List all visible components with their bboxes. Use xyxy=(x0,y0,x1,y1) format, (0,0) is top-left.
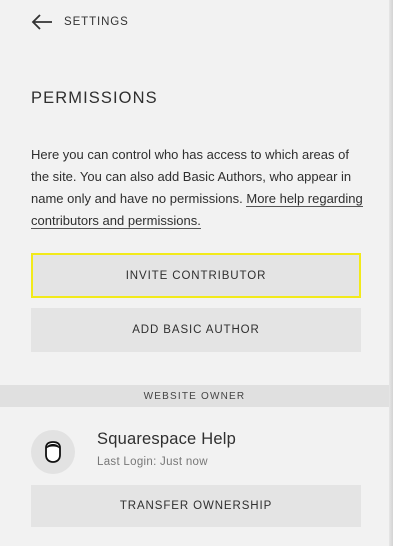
transfer-ownership-button[interactable]: TRANSFER OWNERSHIP xyxy=(31,485,361,527)
owner-name: Squarespace Help xyxy=(97,430,236,448)
permissions-panel: SETTINGS PERMISSIONS Here you can contro… xyxy=(0,0,393,546)
user-avatar-icon xyxy=(45,441,61,463)
arrow-left-icon xyxy=(31,14,52,30)
add-basic-author-button[interactable]: ADD BASIC AUTHOR xyxy=(31,308,361,352)
owner-last-login: Last Login: Just now xyxy=(97,456,208,468)
scrollbar-edge xyxy=(389,0,393,546)
permissions-description: Here you can control who has access to w… xyxy=(31,144,365,232)
website-owner-section-header: WEBSITE OWNER xyxy=(0,385,389,407)
invite-contributor-button[interactable]: INVITE CONTRIBUTOR xyxy=(31,253,361,298)
owner-avatar xyxy=(31,430,75,474)
back-to-settings-link[interactable]: SETTINGS xyxy=(31,12,129,32)
back-label: SETTINGS xyxy=(64,16,129,28)
page-title: PERMISSIONS xyxy=(31,89,158,107)
